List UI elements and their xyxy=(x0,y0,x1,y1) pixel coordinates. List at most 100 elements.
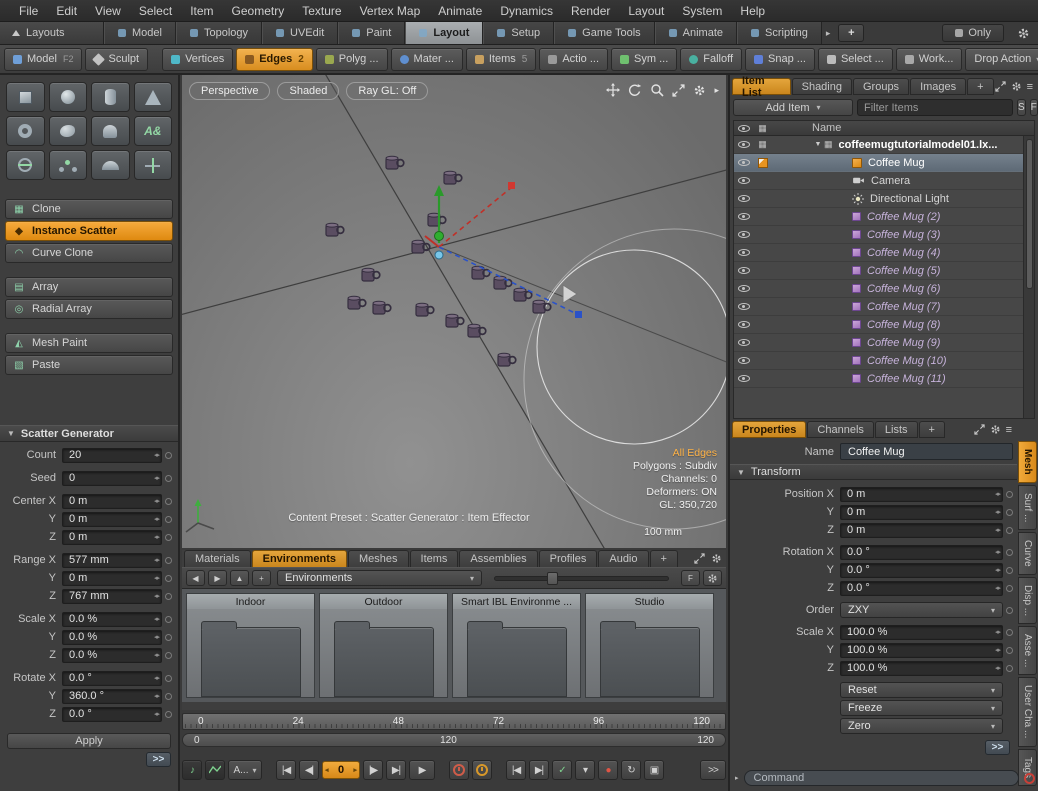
position-z-field[interactable]: 0 m xyxy=(840,523,1003,538)
select-button[interactable]: Select ... xyxy=(818,48,893,71)
range-out-button[interactable]: ▶| xyxy=(529,760,549,780)
tree-item-instance[interactable]: Coffee Mug (4) xyxy=(734,244,1034,262)
add-path-button[interactable]: + xyxy=(252,570,271,586)
menu-help[interactable]: Help xyxy=(731,4,774,18)
maximize-icon[interactable] xyxy=(694,553,705,564)
tab-profiles[interactable]: Profiles xyxy=(539,550,598,567)
maximize-icon[interactable] xyxy=(672,84,685,97)
zoom-icon[interactable] xyxy=(650,83,664,97)
slider-thumb[interactable] xyxy=(547,572,558,585)
back-button[interactable]: ◀ xyxy=(186,570,205,586)
channel-dot-icon[interactable] xyxy=(1006,629,1013,636)
menu-icon[interactable]: ≡ xyxy=(1027,81,1033,93)
position-y-field[interactable]: 0 m xyxy=(840,505,1003,520)
array-tool[interactable]: ▤Array xyxy=(5,277,173,297)
preset-folder-studio[interactable]: Studio xyxy=(585,593,714,698)
dome-tool-button[interactable] xyxy=(91,150,130,180)
seed-field[interactable]: 0 xyxy=(62,471,162,486)
scale-y-field[interactable]: 100.0 % xyxy=(840,643,1003,658)
center-x-field[interactable]: 0 m xyxy=(62,494,162,509)
menu-dynamics[interactable]: Dynamics xyxy=(491,4,562,18)
transport-more-button[interactable]: >> xyxy=(700,760,726,780)
properties-more-button[interactable]: >> xyxy=(985,740,1010,755)
forward-button[interactable]: ▶ xyxy=(208,570,227,586)
scale-y-field[interactable]: 0.0 % xyxy=(62,630,162,645)
tab-audio[interactable]: Audio xyxy=(598,550,648,567)
eye-icon[interactable] xyxy=(738,195,750,202)
add-tab-button[interactable]: + xyxy=(967,78,993,95)
command-input[interactable]: Command xyxy=(744,770,1019,786)
tree-item-instance[interactable]: Coffee Mug (9) xyxy=(734,334,1034,352)
add-tab-button[interactable]: + xyxy=(650,550,678,567)
expander-icon[interactable]: ▼ xyxy=(812,141,824,148)
tab-groups[interactable]: Groups xyxy=(853,78,909,95)
tree-item-instance[interactable]: Coffee Mug (5) xyxy=(734,262,1034,280)
layout-tab-uvedit[interactable]: UVEdit xyxy=(262,22,338,44)
sphere-gizmo-tool-button[interactable] xyxy=(6,150,45,180)
falloff-button[interactable]: Falloff xyxy=(680,48,742,71)
blue-handle-end[interactable] xyxy=(575,311,582,318)
falloff-circle[interactable] xyxy=(537,250,726,444)
channel-dot-icon[interactable] xyxy=(1006,509,1013,516)
gear-icon[interactable] xyxy=(1011,81,1022,92)
blue-axis-handle[interactable] xyxy=(439,247,579,315)
previous-key-button[interactable]: ◀| xyxy=(299,760,319,780)
eye-icon[interactable] xyxy=(738,249,750,256)
channel-dot-icon[interactable] xyxy=(165,475,172,482)
eye-icon[interactable] xyxy=(738,303,750,310)
transform-section-header[interactable]: ▼ Transform xyxy=(730,464,1017,480)
tree-item-directional-light[interactable]: Directional Light xyxy=(734,190,1034,208)
zero-dropdown-button[interactable]: Zero▾ xyxy=(840,718,1003,734)
maximize-icon[interactable] xyxy=(974,424,985,435)
go-to-end-button[interactable]: ▶| xyxy=(386,760,406,780)
axis-tool-button[interactable] xyxy=(134,150,173,180)
cone-tool-button[interactable] xyxy=(134,82,173,112)
auto-key-button[interactable] xyxy=(472,760,492,780)
instance-scatter-tool[interactable]: ◆Instance Scatter xyxy=(5,221,173,241)
tree-item-instance[interactable]: Coffee Mug (3) xyxy=(734,226,1034,244)
tree-item-camera[interactable]: Camera xyxy=(734,172,1034,190)
time-marker-button[interactable] xyxy=(449,760,469,780)
item-name-field[interactable]: Coffee Mug xyxy=(840,443,1013,460)
sculpt-mode-button[interactable]: Sculpt xyxy=(85,48,148,71)
only-toggle-button[interactable]: Only xyxy=(942,24,1004,42)
record-button[interactable]: ● xyxy=(598,760,618,780)
range-in-button[interactable]: |◀ xyxy=(506,760,526,780)
tree-item-instance[interactable]: Coffee Mug (2) xyxy=(734,208,1034,226)
tree-item-instance[interactable]: Coffee Mug (10) xyxy=(734,352,1034,370)
cylinder-tool-button[interactable] xyxy=(91,82,130,112)
side-tab-user-channels[interactable]: User Cha ... xyxy=(1018,677,1037,746)
tab-assemblies[interactable]: Assemblies xyxy=(459,550,537,567)
add-tab-button[interactable]: + xyxy=(919,421,945,438)
apply-button[interactable]: Apply xyxy=(7,733,171,749)
position-x-field[interactable]: 0 m xyxy=(840,487,1003,502)
eye-icon[interactable] xyxy=(738,177,750,184)
menu-render[interactable]: Render xyxy=(562,4,619,18)
channel-dot-icon[interactable] xyxy=(165,575,172,582)
menu-view[interactable]: View xyxy=(86,4,130,18)
pan-move-icon[interactable] xyxy=(606,83,620,97)
range-x-field[interactable]: 577 mm xyxy=(62,553,162,568)
preset-folder-indoor[interactable]: Indoor xyxy=(186,593,315,698)
channel-dot-icon[interactable] xyxy=(1006,585,1013,592)
eye-icon[interactable] xyxy=(738,231,750,238)
layout-tab-scripting[interactable]: Scripting xyxy=(737,22,822,44)
raygl-toggle[interactable]: Ray GL: Off xyxy=(346,82,428,100)
green-arrowhead[interactable] xyxy=(434,185,444,196)
items-button[interactable]: Items5 xyxy=(466,48,536,71)
channel-dot-icon[interactable] xyxy=(1006,567,1013,574)
tab-images[interactable]: Images xyxy=(910,78,966,95)
tree-item-scene-root[interactable]: ▦ ▼ ▦ coffeemugtutorialmodel01.lx... xyxy=(734,136,1034,154)
range-z-field[interactable]: 767 mm xyxy=(62,589,162,604)
eye-icon[interactable] xyxy=(738,321,750,328)
tab-meshes[interactable]: Meshes xyxy=(348,550,409,567)
clone-tool[interactable]: ▦Clone xyxy=(5,199,173,219)
menu-edit[interactable]: Edit xyxy=(47,4,86,18)
timeline-range-bar[interactable]: 0 120 120 xyxy=(182,733,726,747)
directory-dropdown[interactable]: Environments ▾ xyxy=(277,570,482,586)
order-dropdown[interactable]: ZXY▾ xyxy=(840,602,1003,618)
polygons-button[interactable]: Polyg ... xyxy=(316,48,388,71)
eye-icon[interactable] xyxy=(738,375,750,382)
layout-tab-animate[interactable]: Animate xyxy=(655,22,737,44)
tree-item-instance[interactable]: Coffee Mug (6) xyxy=(734,280,1034,298)
